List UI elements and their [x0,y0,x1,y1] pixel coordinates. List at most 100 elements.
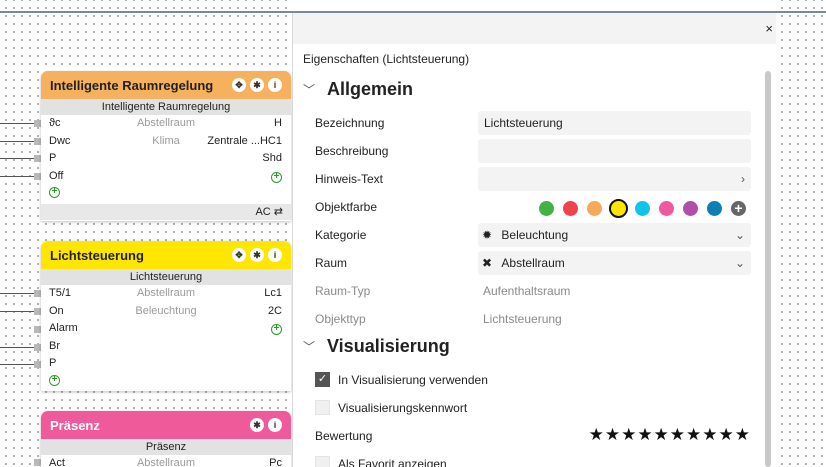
beschreibung-input[interactable] [478,139,751,163]
connection-wire [0,176,34,177]
block-subtitle: Intelligente Raumregelung [41,99,291,115]
field-label: Beschreibung [315,144,389,158]
field-label: Kategorie [315,228,367,242]
color-swatch-blue[interactable] [707,201,722,216]
kategorie-select[interactable]: ✹ Beleuchtung ⌄ [478,223,751,247]
add-input-icon[interactable]: + [49,187,60,198]
block-title: Präsenz [50,417,100,433]
block-header[interactable]: Präsenz ✱ i [41,411,291,439]
color-swatch-cyan[interactable] [635,201,650,216]
field-label: Hinweis-Text [315,172,384,186]
gear-icon[interactable]: ✱ [250,248,264,262]
section-title: Allgemein [327,79,414,99]
add-output-icon[interactable]: + [271,324,282,335]
block-lichtsteuerung[interactable]: Lichtsteuerung ✥ ✱ i Lichtsteuerung T5/1… [41,241,291,391]
block-praesenz[interactable]: Präsenz ✱ i Präsenz Act Abstellraum Pc [41,411,291,467]
info-icon[interactable]: i [268,418,282,432]
section-visualisierung[interactable]: ﹀ Visualisierung [303,336,450,357]
block-header[interactable]: Intelligente Raumregelung ✥ ✱ i [41,71,291,99]
color-swatch-pink[interactable] [659,201,674,216]
kennwort-checkbox[interactable] [315,400,330,415]
row-hinweis: Hinweis-Text › [315,167,751,191]
lightbulb-icon: ✹ [482,228,493,242]
rating-stars[interactable]: ★★★★★★★★★★ [589,425,751,445]
favorit-checkbox[interactable] [315,456,330,467]
input-label: Off [49,169,64,182]
section-allgemein[interactable]: ﹀ Allgemein [303,79,413,100]
connection-wire [0,311,34,312]
close-icon[interactable]: × [765,21,773,36]
move-icon[interactable]: ✥ [232,78,246,92]
hinweis-input[interactable]: › [478,167,751,191]
color-swatch-orange[interactable] [587,201,602,216]
color-swatch-green[interactable] [539,201,554,216]
input-pin[interactable] [34,138,41,145]
field-label: Objekttyp [315,312,366,326]
input-pin[interactable] [34,290,41,297]
block-title: Intelligente Raumregelung [50,77,214,93]
row-kennwort: Visualisierungskennwort [315,396,751,420]
row-objektfarbe: Objektfarbe + [315,195,751,219]
block-footer: AC ⇄ [41,204,291,220]
add-color-icon[interactable]: + [731,201,746,216]
row-bewertung: Bewertung ★★★★★★★★★★ [315,424,751,448]
connection-wire [0,347,34,348]
add-input-icon[interactable]: + [49,374,60,386]
category-label: Beleuchtung [135,304,197,317]
chevron-down-icon[interactable]: ⌄ [735,223,745,247]
block-subtitle: Präsenz [41,439,291,455]
raum-select[interactable]: ✖ Abstellraum ⌄ [478,251,751,275]
room-label: Abstellraum [136,457,196,467]
input-pin[interactable] [34,459,41,466]
row-raumtyp: Raum-Typ Aufenthaltsraum [315,279,751,303]
properties-panel: × Eigenschaften (Lichtsteuerung) ﹀ Allge… [292,13,776,467]
input-pin[interactable] [34,173,41,180]
input-pin[interactable] [34,120,41,127]
input-label: P [49,152,57,164]
output-label: Zentrale ...HC1 [207,134,282,147]
field-label: Bewertung [315,429,373,443]
gear-icon[interactable]: ✱ [250,78,264,92]
kategorie-value: Beleuchtung [501,228,569,242]
objekttyp-value: Lichtsteuerung [483,312,562,326]
input-pin[interactable] [34,155,41,162]
connection-wire [0,158,34,159]
panel-scrollbar[interactable] [765,71,771,467]
info-icon[interactable]: i [268,78,282,92]
block-intelligente-raumregelung[interactable]: Intelligente Raumregelung ✥ ✱ i Intellig… [41,71,291,221]
chevron-down-icon[interactable]: ⌄ [735,251,745,275]
checkbox-label: Visualisierungskennwort [338,401,468,415]
field-label: Raum [315,256,348,270]
move-icon[interactable]: ✥ [232,248,246,262]
row-favorit: Als Favorit anzeigen [315,452,751,467]
connection-wire [0,123,34,124]
info-icon[interactable]: i [268,248,282,262]
section-title: Visualisierung [327,336,450,356]
input-pin[interactable] [34,308,41,315]
color-swatch-red[interactable] [563,201,578,216]
add-output-icon[interactable]: + [271,171,282,183]
input-label: P [49,357,57,369]
input-pin[interactable] [34,326,41,333]
bezeichnung-input[interactable]: Lichtsteuerung [478,111,751,135]
row-in-visualisierung: ✓ In Visualisierung verwenden [315,368,751,392]
input-pin[interactable] [34,361,41,368]
color-swatch-yellow-selected[interactable] [609,199,628,218]
input-pin[interactable] [34,344,41,351]
chevron-right-icon[interactable]: › [741,167,745,191]
row-kategorie: Kategorie ✹ Beleuchtung ⌄ [315,223,751,247]
checkbox-label: In Visualisierung verwenden [338,373,488,387]
gear-icon[interactable]: ✱ [250,418,264,432]
in-visualisierung-checkbox[interactable]: ✓ [315,372,330,387]
output-label: H [274,117,282,129]
block-header[interactable]: Lichtsteuerung ✥ ✱ i [41,241,291,269]
chevron-down-icon[interactable]: ﹀ [303,338,321,355]
chevron-down-icon[interactable]: ﹀ [303,81,321,98]
connection-wire [0,364,34,365]
room-label: Abstellraum [136,287,196,299]
checkbox-label: Als Favorit anzeigen [338,457,447,467]
row-objekttyp: Objekttyp Lichtsteuerung [315,307,751,331]
output-label: Pc [269,457,282,467]
canvas-right-strip [776,0,826,467]
color-swatch-purple[interactable] [683,201,698,216]
